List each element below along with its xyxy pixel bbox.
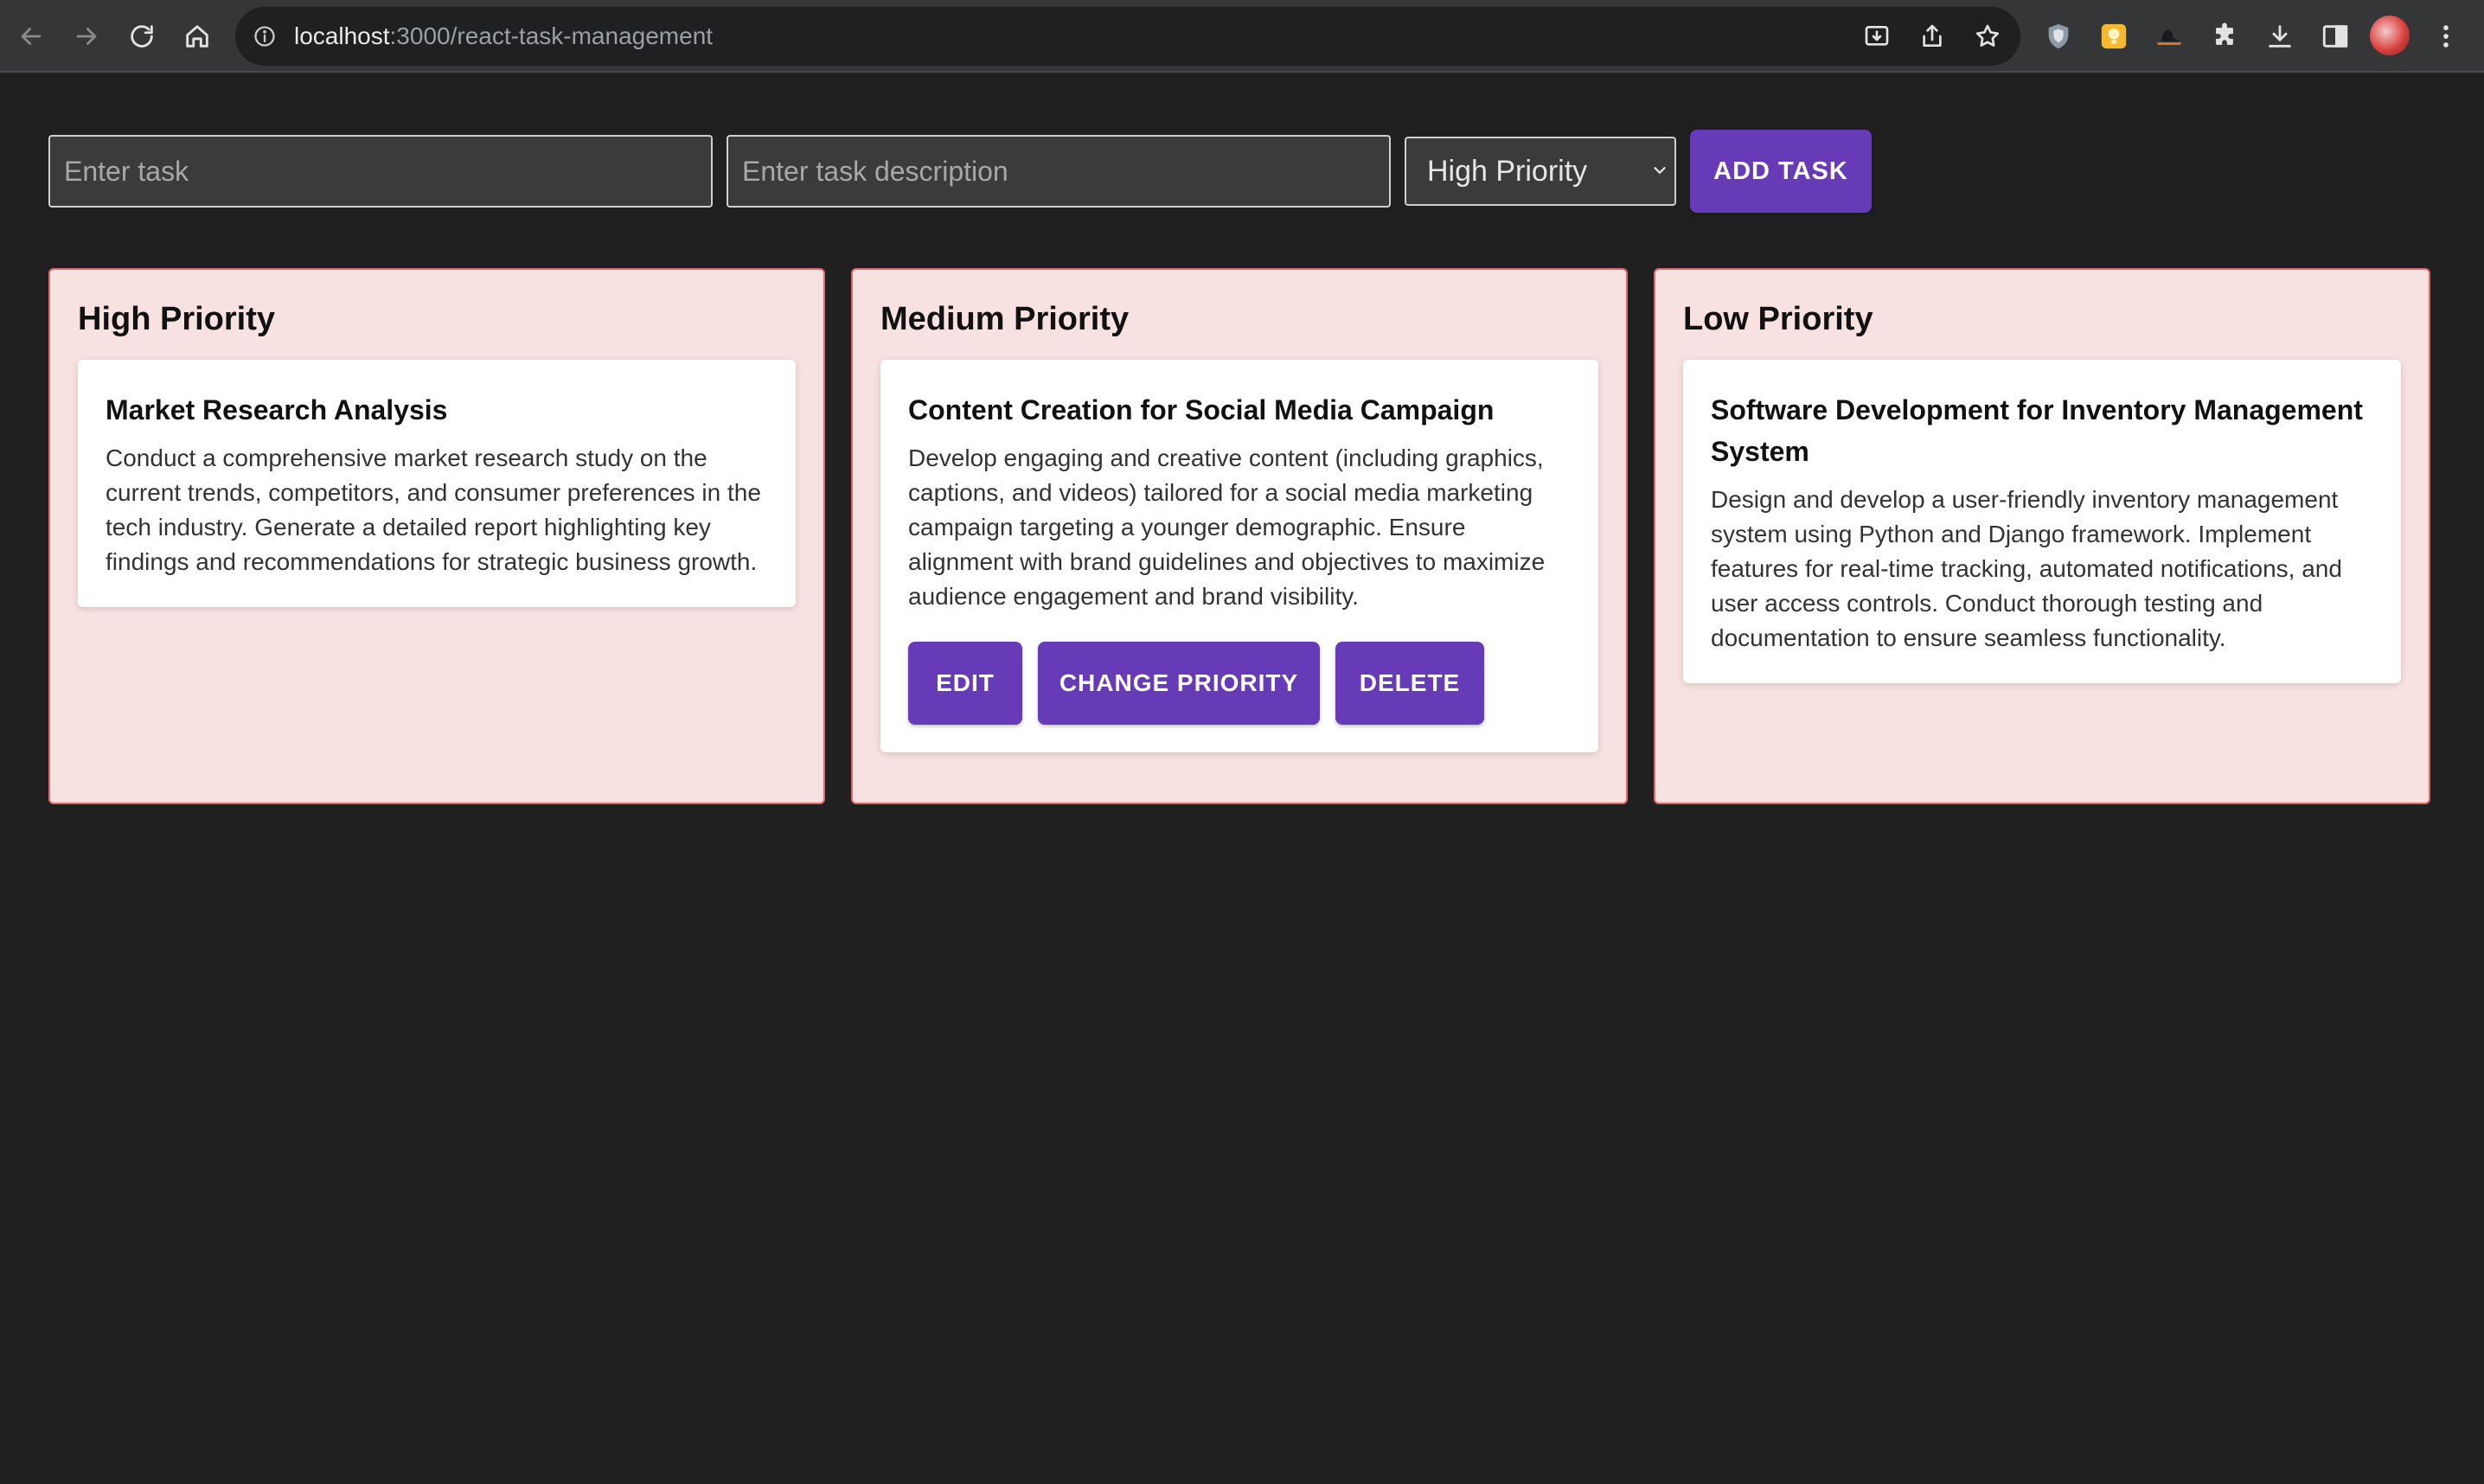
downloads-button[interactable] bbox=[2261, 17, 2299, 55]
shield-icon bbox=[2048, 23, 2069, 49]
extension-bulb-button[interactable] bbox=[2095, 17, 2133, 55]
task-card[interactable]: Software Development for Inventory Manag… bbox=[1683, 360, 2401, 683]
extensions-button[interactable] bbox=[2206, 17, 2244, 55]
task-title: Software Development for Inventory Manag… bbox=[1711, 394, 2363, 467]
hat-icon bbox=[2156, 29, 2182, 45]
back-button[interactable] bbox=[12, 17, 50, 55]
kebab-menu-icon bbox=[2443, 25, 2449, 48]
chevron-down-icon bbox=[1654, 167, 1666, 174]
info-icon[interactable] bbox=[253, 24, 277, 48]
url-host: localhost bbox=[294, 22, 390, 49]
home-icon bbox=[186, 25, 208, 48]
edit-task-button[interactable]: EDIT bbox=[908, 642, 1022, 725]
bookmark-button[interactable] bbox=[1970, 19, 2005, 54]
side-panel-icon bbox=[2322, 25, 2348, 48]
forward-button[interactable] bbox=[67, 17, 106, 55]
puzzle-icon bbox=[2216, 22, 2233, 45]
change-priority-button[interactable]: CHANGE PRIORITY bbox=[1038, 642, 1320, 725]
column-title: Medium Priority bbox=[880, 301, 1130, 337]
task-description: Design and develop a user-friendly inven… bbox=[1711, 486, 2342, 651]
task-description: Develop engaging and creative content (i… bbox=[908, 445, 1546, 610]
side-panel-button[interactable] bbox=[2316, 17, 2354, 55]
add-task-button[interactable]: ADD TASK bbox=[1690, 130, 1872, 213]
install-icon bbox=[1865, 25, 1889, 46]
column-high-priority: High Priority Market Research Analysis C… bbox=[48, 268, 825, 804]
extension-hat-button[interactable] bbox=[2150, 17, 2188, 55]
task-card[interactable]: Market Research Analysis Conduct a compr… bbox=[78, 360, 796, 607]
extension-shield-button[interactable] bbox=[2039, 17, 2077, 55]
task-input[interactable] bbox=[48, 135, 713, 208]
reload-button[interactable] bbox=[123, 17, 161, 55]
task-description-input[interactable] bbox=[727, 135, 1391, 208]
profile-avatar[interactable] bbox=[2370, 16, 2410, 55]
column-title: High Priority bbox=[78, 301, 276, 337]
task-card[interactable]: Content Creation for Social Media Campai… bbox=[880, 360, 1598, 752]
browser-toolbar: localhost:3000/react-task-management bbox=[0, 0, 2484, 73]
column-title: Low Priority bbox=[1683, 301, 1873, 337]
lightbulb-icon bbox=[2101, 23, 2127, 49]
download-icon bbox=[2269, 25, 2291, 48]
task-title: Content Creation for Social Media Campai… bbox=[908, 394, 1495, 425]
arrow-right-icon bbox=[76, 28, 97, 45]
home-button[interactable] bbox=[178, 17, 216, 55]
arrow-left-icon bbox=[21, 28, 42, 45]
column-medium-priority: Medium Priority Content Creation for Soc… bbox=[851, 268, 1628, 804]
url-path: :3000/react-task-management bbox=[389, 22, 714, 49]
delete-task-button[interactable]: DELETE bbox=[1335, 642, 1484, 725]
task-actions: EDIT CHANGE PRIORITY DELETE bbox=[908, 642, 1571, 725]
share-icon bbox=[1923, 24, 1942, 47]
task-title: Market Research Analysis bbox=[106, 394, 448, 425]
share-button[interactable] bbox=[1915, 19, 1949, 54]
priority-select-value: High Priority bbox=[1427, 155, 1588, 188]
priority-select[interactable]: High Priority bbox=[1405, 137, 1676, 206]
task-description: Conduct a comprehensive market research … bbox=[106, 445, 761, 575]
install-app-button[interactable] bbox=[1860, 19, 1894, 54]
column-low-priority: Low Priority Software Development for In… bbox=[1654, 268, 2430, 804]
address-bar[interactable]: localhost:3000/react-task-management bbox=[235, 7, 2020, 66]
url-text: localhost:3000/react-task-management bbox=[294, 7, 713, 66]
browser-menu-button[interactable] bbox=[2427, 17, 2465, 55]
reload-icon bbox=[131, 25, 153, 48]
star-icon bbox=[1975, 24, 2000, 47]
